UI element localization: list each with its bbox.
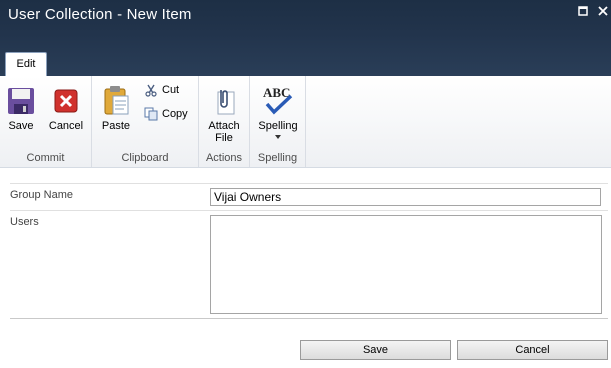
group-name-label: Group Name [10,189,73,201]
spelling-button[interactable]: ABC Spelling [254,84,302,139]
spelling-group-label: Spelling [257,152,298,164]
spelling-label: Spelling [258,120,298,132]
window-title: User Collection - New Item [8,6,192,23]
chevron-down-icon [275,135,281,139]
close-icon[interactable] [597,6,609,18]
users-label: Users [10,216,39,228]
save-ribbon-button[interactable]: Save [4,86,38,132]
paste-button[interactable]: Paste [98,84,134,132]
attach-file-icon [217,90,235,115]
paste-icon [104,86,129,115]
paste-label: Paste [101,120,131,132]
cut-label: Cut [162,84,180,96]
cut-button[interactable]: Cut [144,83,179,97]
attach-label-line2: File [215,132,233,144]
copy-icon [144,107,158,121]
ribbon: Save Cancel Commit Paste Cut Copy Clipbo… [0,76,611,168]
save-ribbon-label: Save [8,120,34,132]
spelling-icon-text: ABC [263,85,290,100]
save-button[interactable]: Save [300,340,451,360]
attach-file-button[interactable]: Attach File [203,84,245,144]
users-input[interactable] [210,215,602,314]
cancel-button[interactable]: Cancel [457,340,608,360]
cancel-ribbon-label: Cancel [48,120,84,132]
maximize-icon[interactable] [577,6,589,18]
commit-group: Save Cancel Commit [0,76,92,167]
clipboard-group-label: Clipboard [121,152,169,164]
cancel-icon [54,89,78,113]
clipboard-group: Paste Cut Copy Clipboard [92,76,199,167]
users-row: Users [10,210,608,319]
form-divider [10,318,608,319]
spelling-check-icon: ABC [263,85,293,115]
group-name-input[interactable] [210,188,601,206]
group-name-row: Group Name [10,183,608,211]
tab-edit[interactable]: Edit [5,52,47,77]
cut-icon [145,84,157,97]
copy-button[interactable]: Copy [144,107,188,121]
actions-group: Attach File Actions [199,76,250,167]
spelling-group: ABC Spelling Spelling [250,76,306,167]
commit-group-label: Commit [26,152,65,164]
title-bar: User Collection - New Item Edit [0,0,611,77]
copy-label: Copy [162,108,188,120]
attach-label-line1: Attach [208,120,240,132]
save-icon [8,88,34,114]
actions-group-label: Actions [205,152,243,164]
cancel-ribbon-button[interactable]: Cancel [46,86,86,132]
